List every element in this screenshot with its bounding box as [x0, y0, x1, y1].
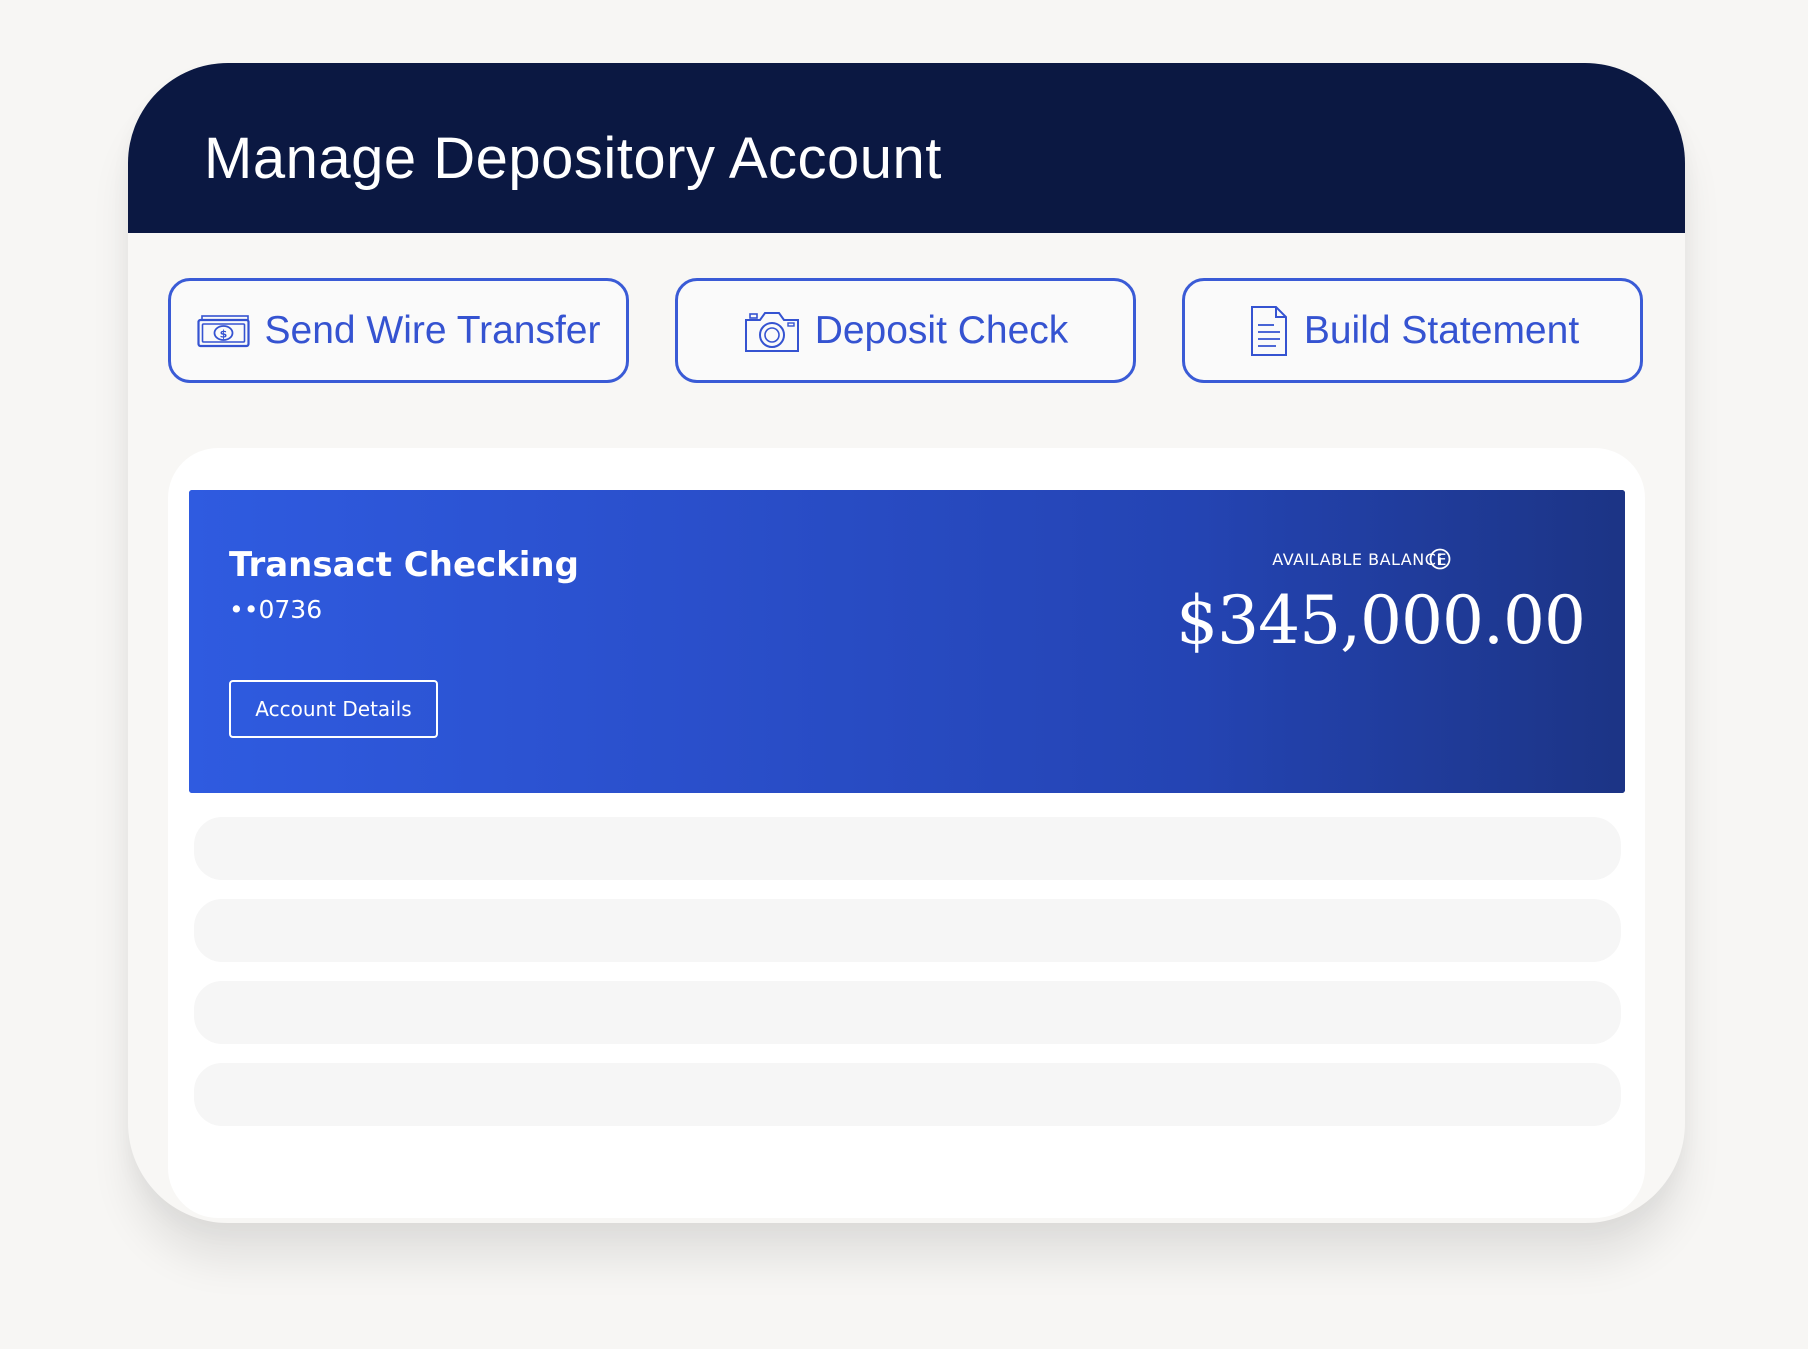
build-statement-label: Build Statement [1303, 308, 1580, 352]
available-balance-value: $345,000.00 [1176, 582, 1586, 659]
account-name: Transact Checking [229, 545, 579, 585]
account-number: ••0736 [229, 595, 323, 624]
svg-text:$: $ [219, 327, 227, 340]
list-item-placeholder [194, 817, 1621, 880]
account-card-content: Transact Checking ••0736 Account Details… [189, 490, 1625, 793]
list-item-placeholder [194, 1063, 1621, 1126]
page-title: Manage Depository Account [204, 126, 942, 191]
info-icon[interactable] [1429, 548, 1451, 570]
account-details-button[interactable]: Account Details [229, 680, 438, 738]
camera-icon [743, 308, 801, 354]
build-statement-button[interactable]: Build Statement [1182, 278, 1643, 383]
document-icon [1246, 305, 1290, 357]
cash-icon: $ [196, 314, 251, 348]
list-item-placeholder [194, 981, 1621, 1044]
deposit-check-button[interactable]: Deposit Check [675, 278, 1136, 383]
send-wire-transfer-button[interactable]: $ Send Wire Transfer [168, 278, 629, 383]
deposit-check-label: Deposit Check [814, 308, 1069, 352]
available-balance-label: AVAILABLE BALANCE [1272, 550, 1447, 569]
list-item-placeholder [194, 899, 1621, 962]
header-bar: Manage Depository Account [128, 63, 1685, 233]
send-wire-transfer-label: Send Wire Transfer [264, 308, 601, 352]
